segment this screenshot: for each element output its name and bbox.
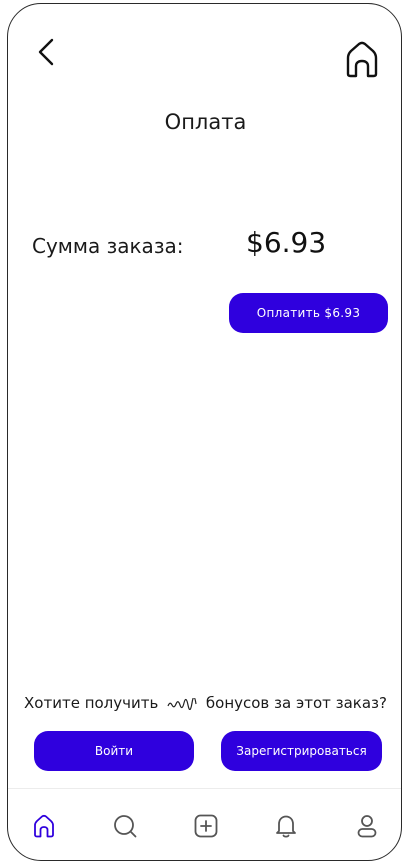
register-button[interactable]: Зарегистрироваться — [221, 731, 382, 771]
pay-button[interactable]: Оплатить $6.93 — [229, 293, 388, 333]
nav-notifications[interactable] — [271, 811, 301, 841]
bottom-nav — [8, 789, 401, 859]
nav-add[interactable] — [191, 811, 221, 841]
bell-icon — [276, 815, 296, 838]
home-icon — [34, 814, 54, 838]
page-title: Оплата — [164, 110, 247, 134]
nav-profile[interactable] — [352, 811, 382, 841]
bonus-prompt: Хотите получить бонусов за этот заказ? — [8, 694, 401, 712]
nav-home[interactable] — [29, 811, 59, 841]
back-button[interactable] — [32, 34, 60, 74]
home-button[interactable] — [342, 38, 382, 80]
add-icon — [194, 814, 218, 838]
login-button[interactable]: Войти — [34, 731, 194, 771]
order-sum-label: Сумма заказа: — [32, 234, 184, 258]
bonus-prompt-text-before: Хотите получить — [24, 694, 159, 712]
home-icon — [346, 41, 378, 78]
order-sum-value: $6.93 — [246, 226, 327, 259]
search-icon — [114, 815, 137, 838]
profile-icon — [357, 815, 377, 838]
phone-screen: Оплата Сумма заказа: $6.93 Оплатить $6.9… — [7, 3, 402, 861]
chevron-left-icon — [38, 38, 54, 66]
bonus-prompt-text-after: бонусов за этот заказ? — [205, 694, 387, 712]
nav-search[interactable] — [110, 811, 140, 841]
squiggle-icon — [167, 697, 197, 710]
